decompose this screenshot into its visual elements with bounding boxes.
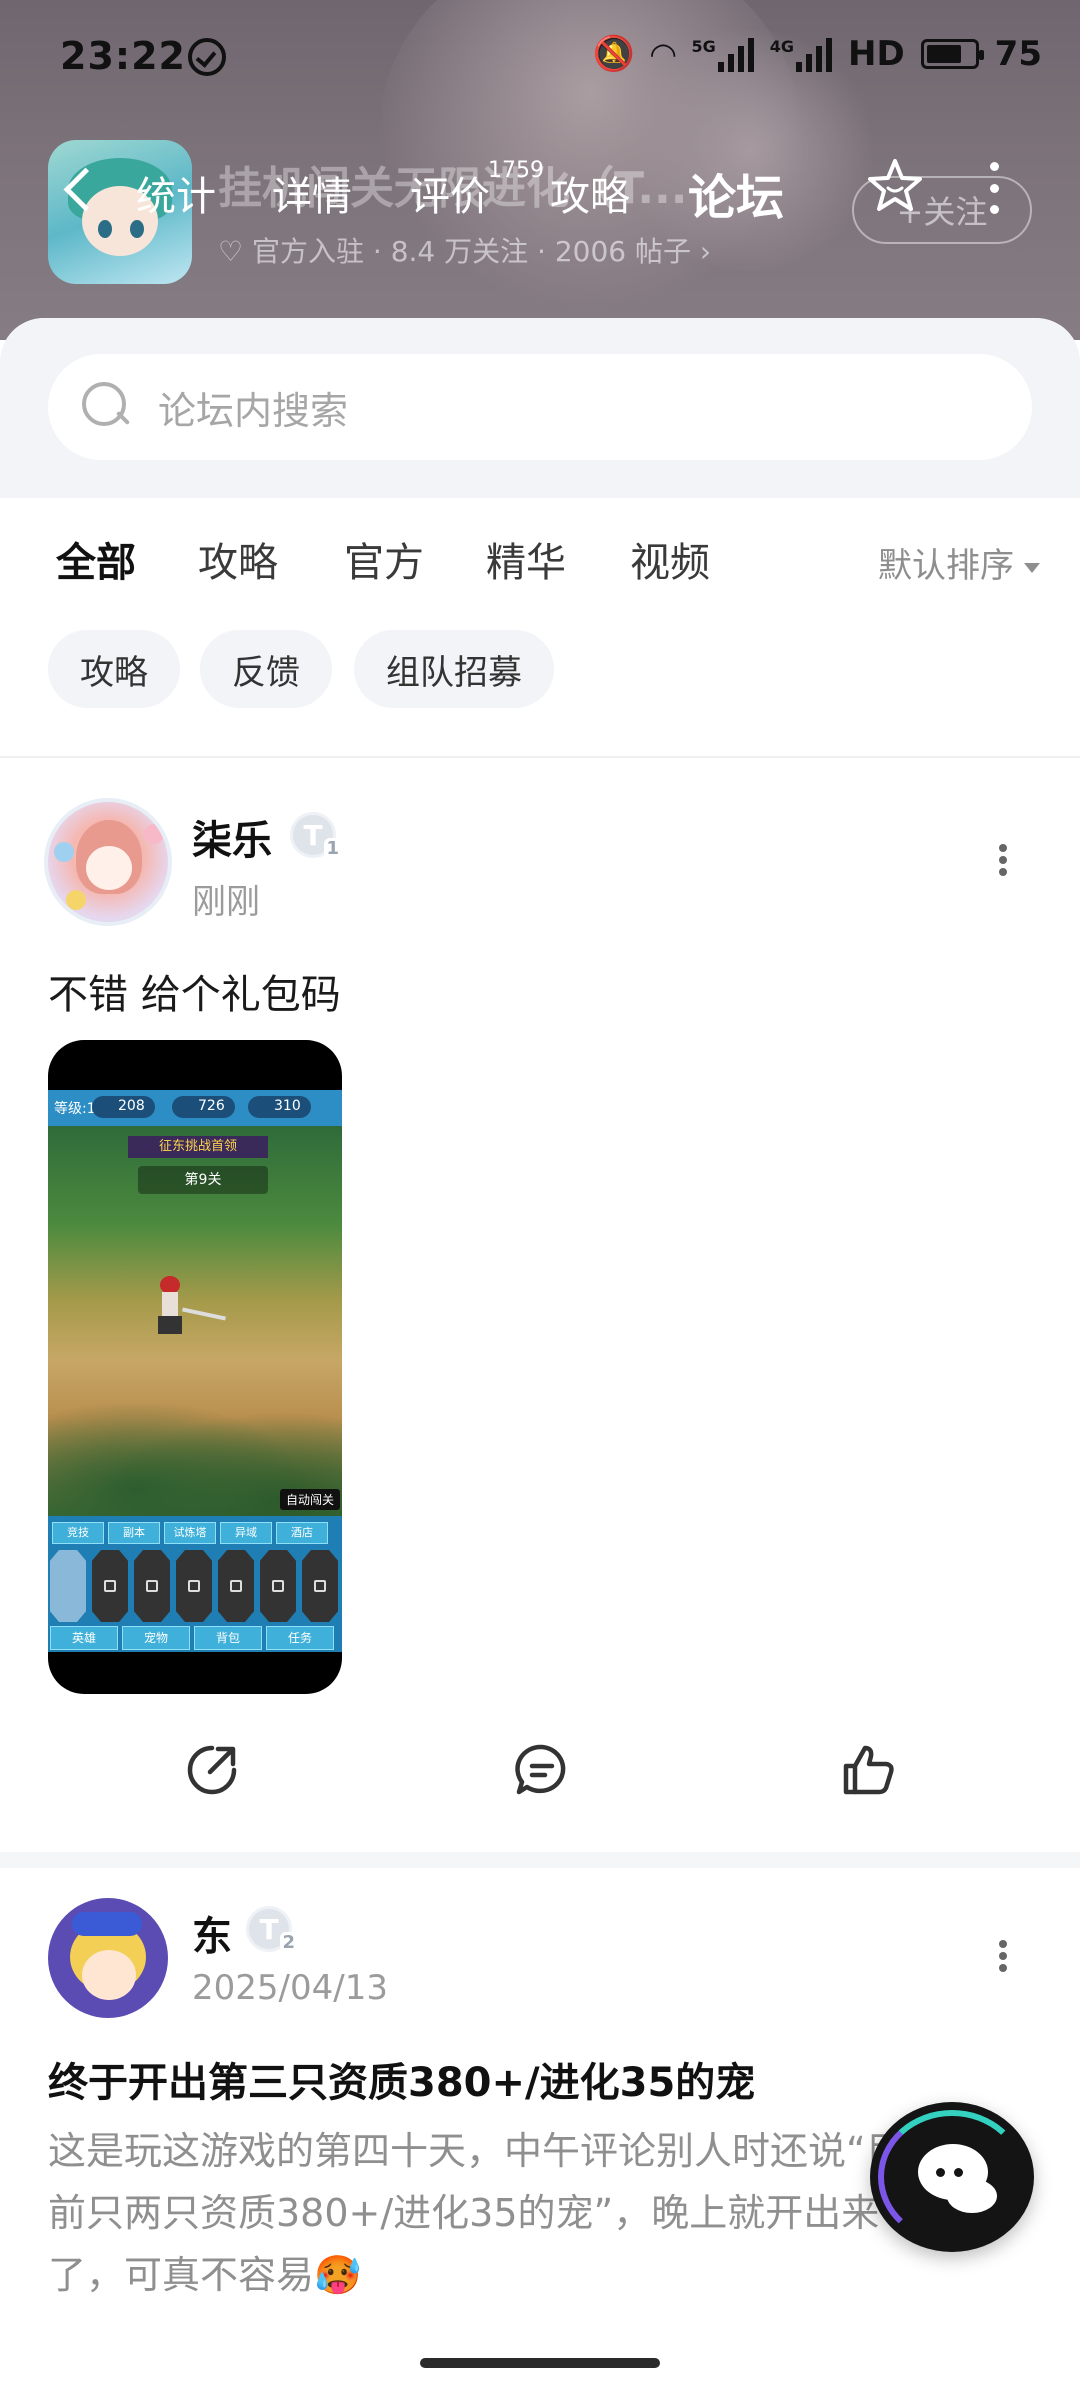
wifi-icon: ◠: [650, 35, 676, 73]
category-official[interactable]: 官方: [344, 530, 424, 588]
avatar[interactable]: [44, 798, 172, 926]
back-arrow-icon[interactable]: [60, 168, 100, 208]
tab-forum[interactable]: 论坛: [683, 158, 789, 228]
post-separator: [0, 1852, 1080, 1868]
check-circle-icon: [188, 38, 226, 76]
post-author[interactable]: 东: [192, 1904, 232, 1962]
post-text[interactable]: 不错 给个礼包码: [48, 962, 341, 1020]
category-guides[interactable]: 攻略: [198, 530, 278, 588]
home-indicator[interactable]: [420, 2358, 660, 2368]
battery-icon: [920, 39, 984, 69]
status-time: 23:22: [60, 34, 186, 78]
category-all[interactable]: 全部: [56, 530, 136, 590]
battery-level: 75: [994, 34, 1042, 74]
star-favorite-icon[interactable]: [864, 156, 926, 218]
tab-stats[interactable]: 统计: [136, 164, 216, 222]
tab-guides[interactable]: 攻略: [550, 164, 630, 222]
tag-chip-feedback[interactable]: 反馈: [200, 630, 332, 708]
divider: [0, 756, 1080, 758]
comment-icon[interactable]: [512, 1740, 572, 1800]
search-placeholder: 论坛内搜索: [158, 388, 349, 433]
search-section: 论坛内搜索: [0, 318, 1080, 498]
share-icon[interactable]: [182, 1740, 242, 1800]
category-video[interactable]: 视频: [630, 530, 710, 588]
avatar[interactable]: [48, 1898, 168, 2018]
tag-chip-guides[interactable]: 攻略: [48, 630, 180, 708]
status-bar: 23:22 🔕 ◠ 5G 4G HD 75: [0, 0, 1080, 118]
reviews-count-badge: 1759: [488, 158, 544, 183]
search-icon: [82, 382, 130, 430]
caret-down-icon: [1024, 562, 1040, 573]
tab-reviews[interactable]: 评价 1759: [410, 158, 544, 222]
post-title[interactable]: 终于开出第三只资质380+/进化35的宠: [48, 2050, 755, 2108]
user-level-badge: T2: [246, 1906, 297, 1953]
forum-search-input[interactable]: 论坛内搜索: [48, 354, 1032, 460]
chat-float-button[interactable]: [870, 2102, 1034, 2252]
top-nav: 统计 详情 评价 1759 攻略 论坛: [0, 150, 1080, 240]
post-time: 刚刚: [192, 882, 260, 922]
signal-5g: 5G: [691, 37, 754, 72]
hd-label: HD: [847, 34, 905, 74]
post-author[interactable]: 柒乐: [192, 808, 272, 866]
post-image[interactable]: 等级:10 208 726 310 征东挑战首领 第9关 自动闯关 竞技 副本 试…: [48, 1040, 342, 1694]
more-vertical-icon[interactable]: [998, 844, 1008, 876]
thumbs-up-icon[interactable]: [838, 1740, 898, 1800]
more-vertical-icon[interactable]: [998, 1940, 1008, 1972]
mute-icon: 🔕: [592, 34, 635, 74]
post-excerpt[interactable]: 这是玩这游戏的第四十天，中午评论别人时还说“目前只两只资质380+/进化35的宠…: [48, 2120, 908, 2306]
more-vertical-icon[interactable]: [988, 162, 1000, 214]
post-time: 2025/04/13: [192, 1968, 388, 2008]
category-featured[interactable]: 精华: [486, 530, 566, 588]
signal-4g: 4G: [770, 37, 832, 72]
tag-chip-team-recruit[interactable]: 组队招募: [354, 630, 554, 708]
tab-details[interactable]: 详情: [272, 164, 352, 222]
user-level-badge: T1: [290, 812, 341, 859]
sort-dropdown[interactable]: 默认排序: [878, 538, 1040, 587]
